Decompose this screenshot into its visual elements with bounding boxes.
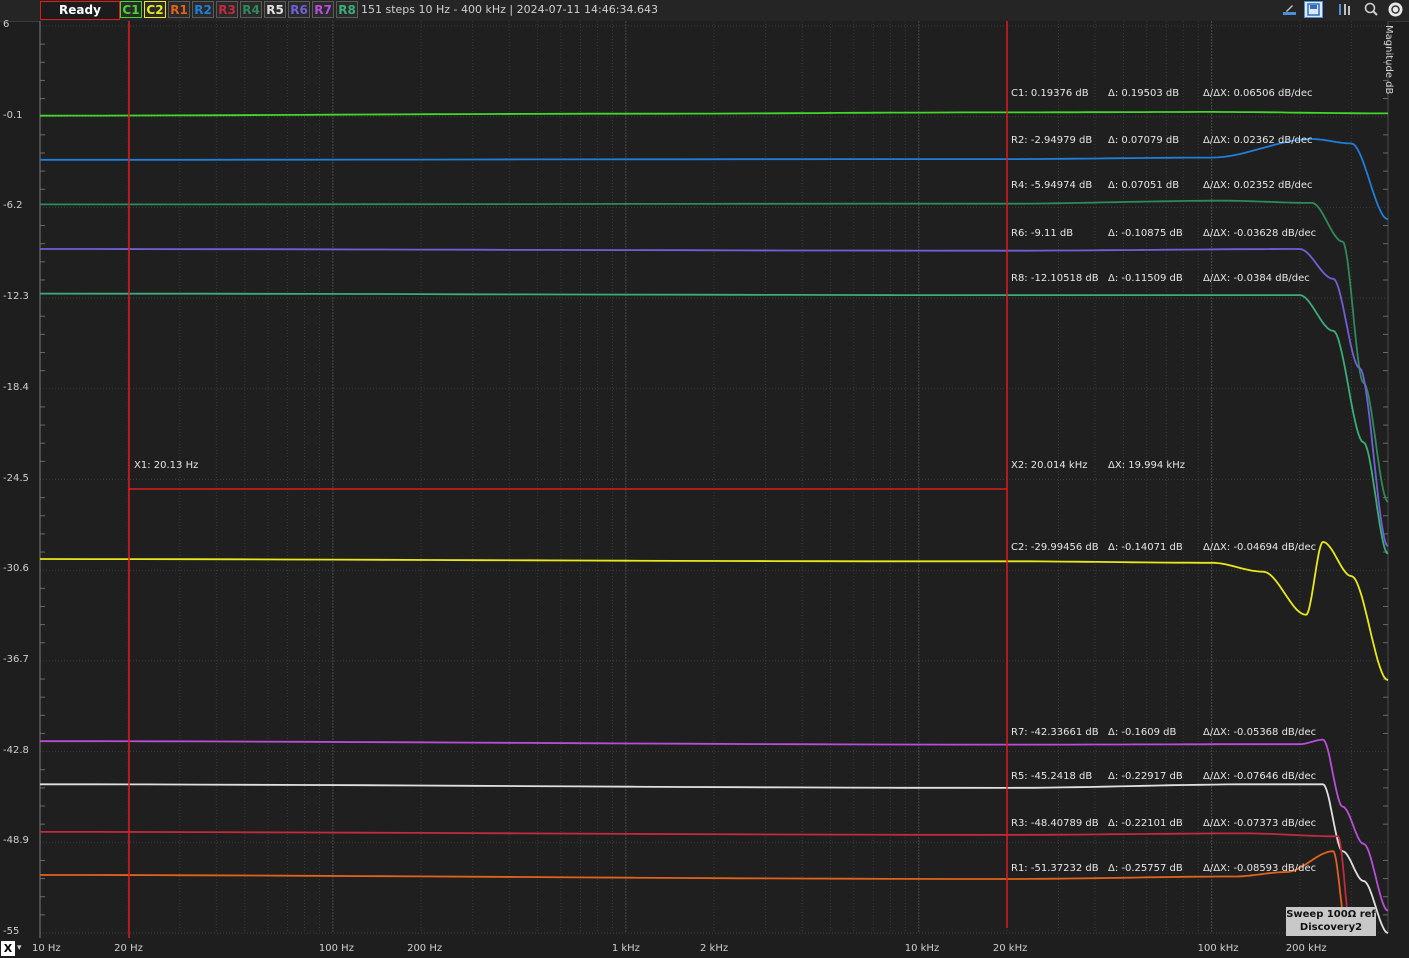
readout-c1-value: C1: 0.19376 dB [1011,88,1089,99]
x-tick-label: 100 Hz [318,943,354,954]
x-tick-label: 20 kHz [992,943,1028,954]
y-tick-label: -42.8 [3,744,29,756]
x-tick-label: 2 kHz [700,943,729,954]
device-tag-line1: Sweep 100Ω ref [1286,909,1376,920]
x-tick-label: 200 kHz [1285,943,1327,954]
readout-r7-value: R7: -42.33661 dB [1011,727,1099,738]
readout-c1-slope: Δ/ΔX: 0.06506 dB/dec [1203,88,1313,99]
x-tick-label: 200 Hz [407,943,443,954]
readout-r2-delta: Δ: 0.07079 dB [1108,135,1180,146]
readout-r7-slope: Δ/ΔX: -0.05368 dB/dec [1203,727,1317,738]
magnitude-chart [39,21,1389,938]
readout-r6-delta: Δ: -0.10875 dB [1108,228,1183,239]
y-axis-title: Magnitude dB [1383,25,1394,95]
readout-r6-value: R6: -9.11 dB [1011,228,1074,239]
x-tick-label: 20 Hz [114,943,143,954]
cursor-x2-label: X2: 20.014 kHz [1011,460,1088,471]
trace-r3 [40,831,1353,934]
y-tick-label: -6.2 [3,200,23,212]
y-tick-label: -55 [3,926,20,937]
readout-r4-delta: Δ: 0.07051 dB [1108,180,1180,191]
readout-c2-delta: Δ: -0.14071 dB [1108,542,1183,553]
readout-r3-value: R3: -48.40789 dB [1011,818,1099,829]
readout-r8-value: R8: -12.10518 dB [1011,273,1099,284]
cursor-dx-label: ΔX: 19.994 kHz [1108,460,1185,471]
x-axis-button[interactable]: X [1,941,15,956]
y-tick-label: 6 [3,19,10,30]
y-tick-label: -30.6 [3,563,29,575]
readout-r3-slope: Δ/ΔX: -0.07373 dB/dec [1203,818,1317,829]
readout-r4-slope: Δ/ΔX: 0.02352 dB/dec [1203,180,1313,191]
x-tick-label: 100 kHz [1197,943,1239,954]
readout-r4-value: R4: -5.94974 dB [1011,180,1093,191]
readout-r1-value: R1: -51.37232 dB [1011,863,1099,874]
device-tag: Sweep 100Ω ref Discovery2 [1286,907,1376,936]
y-tick-label: -12.3 [3,291,29,303]
trace-c2 [39,541,1389,682]
x-tick-label: 10 Hz [32,943,61,954]
readout-r5-delta: Δ: -0.22917 dB [1108,771,1183,782]
readout-r8-slope: Δ/ΔX: -0.0384 dB/dec [1203,273,1310,284]
y-tick-label: -36.7 [3,653,29,665]
x-tick-label: 1 kHz [611,943,640,954]
readout-c1-delta: Δ: 0.19503 dB [1108,88,1180,99]
readout-r2-value: R2: -2.94979 dB [1011,135,1093,146]
y-tick-label: -48.9 [3,835,29,847]
readout-r1-delta: Δ: -0.25757 dB [1108,863,1183,874]
y-tick-label: -24.5 [3,472,29,484]
readout-r6-slope: Δ/ΔX: -0.03628 dB/dec [1203,228,1317,239]
readout-r5-value: R5: -45.2418 dB [1011,771,1093,782]
y-tick-label: -18.4 [3,381,29,393]
readout-r2-slope: Δ/ΔX: 0.02362 dB/dec [1203,135,1313,146]
readout-r1-slope: Δ/ΔX: -0.08593 dB/dec [1203,863,1317,874]
readout-c2-slope: Δ/ΔX: -0.04694 dB/dec [1203,542,1317,553]
readout-r5-slope: Δ/ΔX: -0.07646 dB/dec [1203,771,1317,782]
trace-c1 [39,111,1388,117]
readout-r3-delta: Δ: -0.22101 dB [1108,818,1183,829]
readout-c2-value: C2: -29.99456 dB [1011,542,1099,553]
cursor-x1-label: X1: 20.13 Hz [134,460,199,471]
readout-r7-delta: Δ: -0.1609 dB [1108,727,1177,738]
chevron-down-icon[interactable]: ▾ [17,941,22,956]
readout-r8-delta: Δ: -0.11509 dB [1108,273,1183,284]
device-tag-line2: Discovery2 [1299,922,1363,933]
x-tick-label: 10 kHz [904,943,940,954]
y-tick-label: -0.1 [3,109,23,121]
